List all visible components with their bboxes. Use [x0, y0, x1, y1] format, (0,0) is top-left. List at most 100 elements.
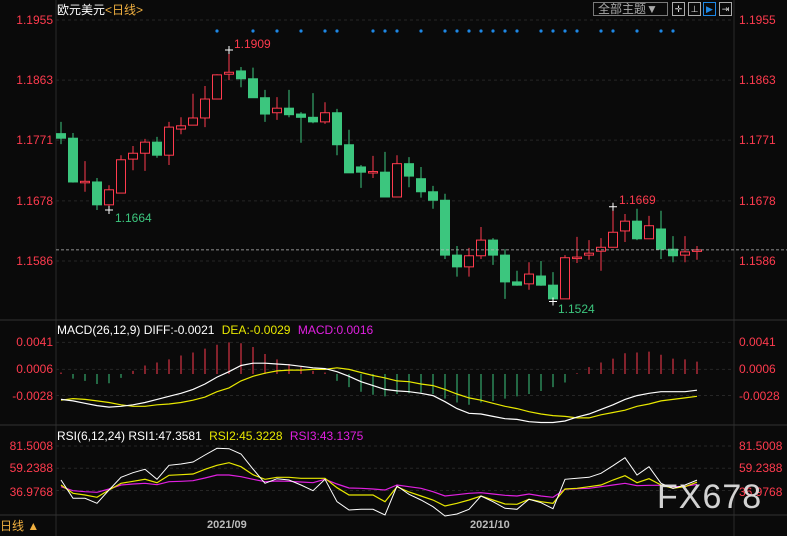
candle-body — [68, 137, 78, 183]
macd-diff-value: DIFF:-0.0021 — [143, 323, 215, 337]
high-annotation: 1.1909 — [234, 37, 271, 51]
macd-legend: MACD(26,12,9) DIFF:-0.0021 DEA:-0.0029 M… — [57, 323, 373, 337]
event-marker — [455, 29, 459, 33]
range-select-icon[interactable]: ⊥ — [688, 2, 701, 16]
candle-body — [128, 152, 138, 160]
candle-body — [56, 133, 66, 139]
event-marker — [275, 29, 279, 33]
rsi-params: RSI(6,12,24) — [57, 429, 126, 443]
candle-body — [140, 141, 150, 154]
candle-body — [452, 254, 462, 268]
macd-params: MACD(26,12,9) — [57, 323, 141, 337]
macd-value: MACD:0.0016 — [297, 323, 374, 337]
rsi-axis-label-right: 59.2388 — [739, 461, 783, 475]
price-axis-label: 1.1955 — [16, 13, 53, 27]
candle-body — [440, 199, 450, 256]
candle-body — [536, 275, 546, 286]
price-axis-label-right: 1.1586 — [739, 254, 776, 268]
macd-axis-label: 0.0006 — [16, 362, 53, 376]
event-marker — [491, 29, 495, 33]
rsi-series — [60, 447, 698, 517]
play-forward-icon[interactable]: ▶ — [703, 2, 716, 16]
event-marker — [419, 29, 423, 33]
rsi3-value: RSI3:43.1375 — [289, 429, 364, 443]
candle-body — [596, 246, 606, 252]
low-annotation: 1.1664 — [115, 211, 152, 225]
event-marker — [323, 29, 327, 33]
candle-body — [116, 159, 126, 194]
event-marker — [671, 29, 675, 33]
low-annotation: 1.1524 — [558, 302, 595, 316]
extreme-marker — [105, 206, 113, 215]
candle-body — [524, 273, 534, 285]
event-markers — [215, 29, 675, 33]
event-marker — [515, 29, 519, 33]
candle-body — [680, 251, 690, 256]
crosshair-icon[interactable]: ✛ — [672, 2, 685, 16]
period-button[interactable]: 日线 ▲ — [0, 519, 39, 533]
candle-body — [248, 78, 258, 99]
candle-body — [644, 225, 654, 240]
candle-body — [284, 107, 294, 116]
candle-body — [476, 239, 486, 257]
candle-body — [488, 239, 498, 256]
candle-body — [416, 178, 426, 193]
candle-body — [176, 125, 186, 130]
candle-body — [152, 141, 162, 156]
event-marker — [395, 29, 399, 33]
candle-body — [608, 231, 618, 248]
candle-body — [368, 171, 378, 174]
event-marker — [467, 29, 471, 33]
rsi1-value: RSI1:47.3581 — [128, 429, 202, 443]
macd-axis-label-right: 0.0006 — [739, 362, 776, 376]
date-label: 2021/09 — [207, 519, 247, 531]
theme-dropdown-button[interactable]: 全部主题▼ — [593, 2, 668, 16]
extreme-marker — [609, 202, 617, 211]
date-label: 2021/10 — [470, 519, 510, 531]
watermark: FX678 — [657, 478, 763, 516]
candle-body — [260, 97, 270, 115]
candle-body — [80, 180, 90, 184]
rsi-axis-label: 36.9768 — [9, 485, 53, 499]
candle-body — [236, 70, 246, 80]
price-axis-label: 1.1586 — [16, 254, 53, 268]
rsi-axis-label: 81.5008 — [9, 439, 53, 453]
candle-body — [620, 220, 630, 232]
move-right-icon[interactable]: ⇥ — [719, 2, 732, 16]
macd-axis-label-right: -0.0028 — [739, 389, 780, 403]
price-axis-label-right: 1.1863 — [739, 73, 776, 87]
chart-canvas[interactable] — [0, 0, 787, 536]
rsi-legend: RSI(6,12,24) RSI1:47.3581 RSI2:45.3228 R… — [57, 429, 363, 443]
macd-axis-label: 0.0041 — [16, 335, 53, 349]
symbol-title: 欧元美元<日线> — [57, 3, 143, 17]
candle-body — [308, 116, 318, 123]
rsi-axis-label-right: 81.5008 — [739, 439, 783, 453]
event-marker — [251, 29, 255, 33]
candlestick-series — [56, 46, 702, 306]
candle-body — [380, 171, 390, 198]
macd-series — [60, 342, 698, 424]
candle-body — [632, 220, 642, 240]
event-marker — [215, 29, 219, 33]
event-marker — [479, 29, 483, 33]
event-marker — [371, 29, 375, 33]
candle-body — [404, 163, 414, 177]
dea-line — [60, 367, 698, 419]
event-marker — [383, 29, 387, 33]
candle-body — [560, 257, 570, 300]
event-marker — [551, 29, 555, 33]
event-marker — [635, 29, 639, 33]
event-marker — [503, 29, 507, 33]
event-marker — [599, 29, 603, 33]
macd-axis-label: -0.0028 — [12, 389, 53, 403]
rsi-axis-label: 59.2388 — [9, 461, 53, 475]
event-marker — [611, 29, 615, 33]
event-marker — [659, 29, 663, 33]
candle-body — [344, 144, 354, 174]
candle-body — [92, 181, 102, 206]
macd-dea-value: DEA:-0.0029 — [221, 323, 291, 337]
price-axis-label: 1.1678 — [16, 194, 53, 208]
symbol-name: 欧元美元 — [57, 3, 106, 17]
candle-body — [224, 71, 234, 75]
rsi2-value: RSI2:45.3228 — [209, 429, 283, 443]
